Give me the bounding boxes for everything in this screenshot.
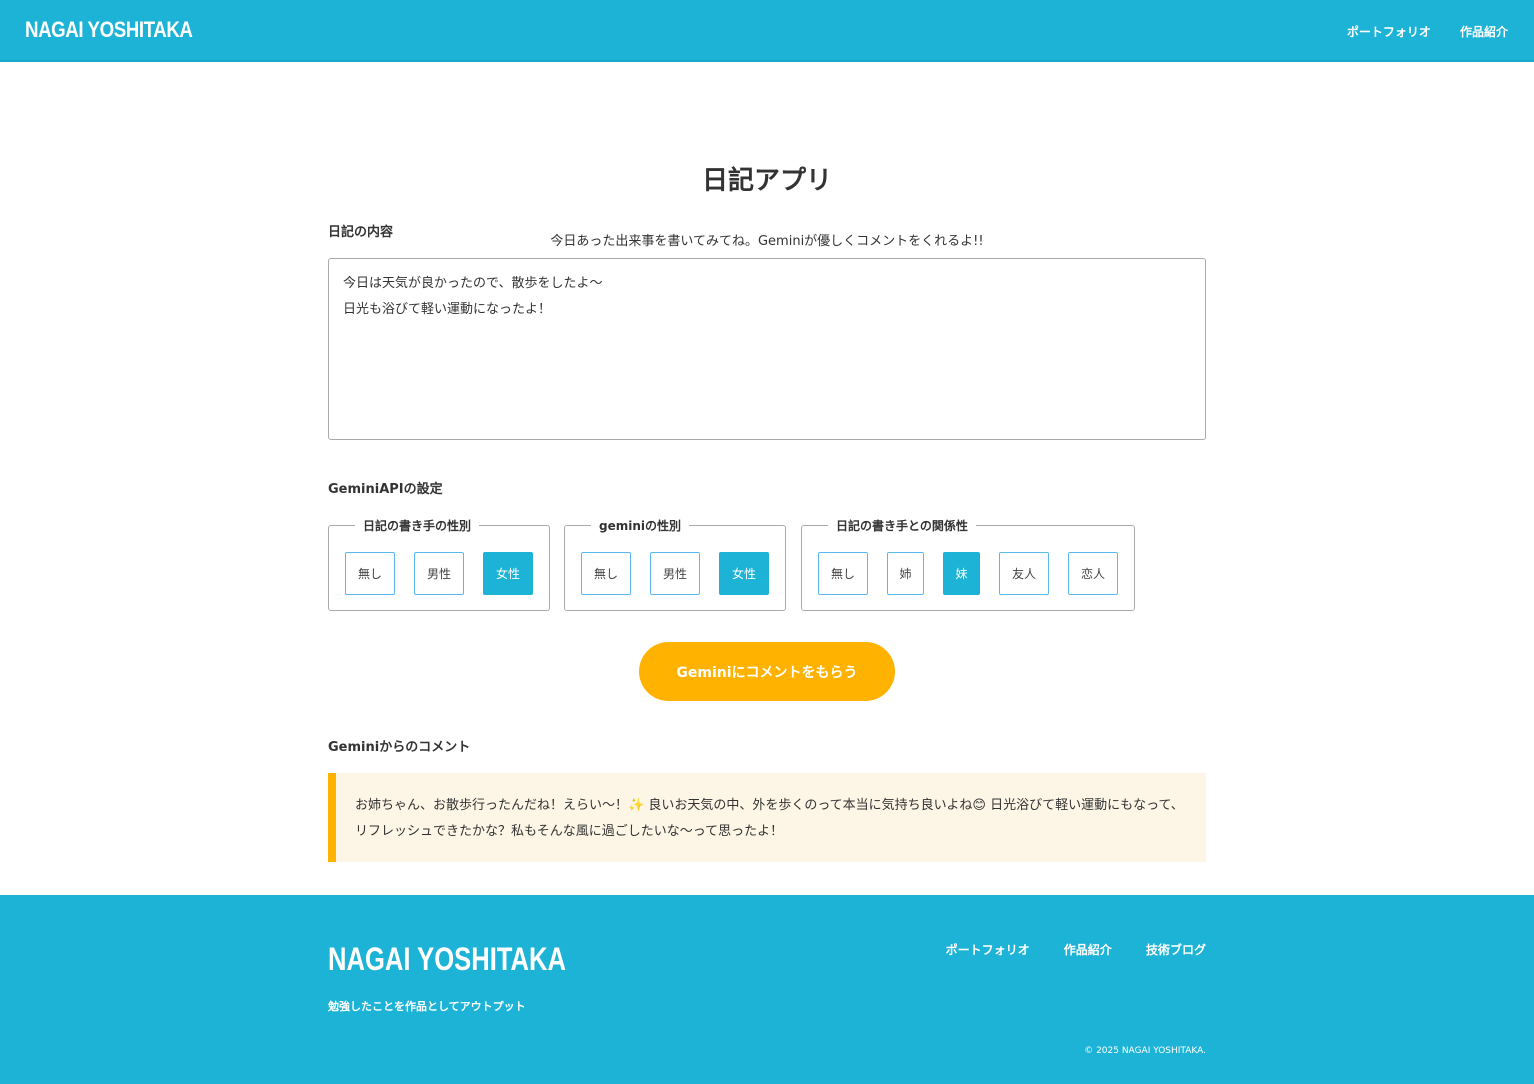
diary-label: 日記の内容	[328, 225, 394, 240]
page-title: 日記アプリ	[701, 166, 832, 196]
footer-nav: ポートフォリオ 作品紹介 技術ブログ	[916, 941, 1206, 958]
option-none[interactable]: 無し	[818, 552, 868, 595]
writer-gender-group: 日記の書き手の性別 無し 男性 女性	[328, 517, 550, 611]
site-footer: NAGAI YOSHITAKA 勉強したことを作品としてアウトプット ポートフォ…	[0, 895, 1534, 1084]
option-female[interactable]: 女性	[483, 552, 533, 595]
option-male[interactable]: 男性	[650, 552, 700, 595]
gemini-comment: お姉ちゃん、お散歩行ったんだね！えらい〜！✨ 良いお天気の中、外を歩くのって本当…	[328, 773, 1206, 862]
get-comment-button[interactable]: Geminiにコメントをもらう	[639, 642, 895, 701]
header-nav: ポートフォリオ 作品紹介	[1323, 21, 1508, 40]
option-male[interactable]: 男性	[414, 552, 464, 595]
group-legend: 日記の書き手との関係性	[836, 519, 968, 533]
option-none[interactable]: 無し	[581, 552, 631, 595]
nav-portfolio[interactable]: ポートフォリオ	[1347, 25, 1431, 39]
relationship-group: 日記の書き手との関係性 無し 姉 妹 友人 恋人	[801, 517, 1135, 611]
comment-text: お姉ちゃん、お散歩行ったんだね！えらい〜！✨ 良いお天気の中、外を歩くのって本当…	[355, 798, 1184, 839]
site-header: NAGAI YOSHITAKA ポートフォリオ 作品紹介	[0, 0, 1534, 62]
diary-input[interactable]	[328, 258, 1206, 440]
option-friend[interactable]: 友人	[999, 552, 1049, 595]
page-lead: 今日あった出来事を書いてみてね。Geminiが優しくコメントをくれるよ!!	[550, 234, 984, 249]
option-older-sister[interactable]: 姉	[887, 552, 924, 595]
group-legend: 日記の書き手の性別	[363, 519, 472, 533]
footer-nav-works[interactable]: 作品紹介	[1064, 943, 1112, 957]
option-none[interactable]: 無し	[345, 552, 395, 595]
footer-nav-blog[interactable]: 技術ブログ	[1146, 943, 1206, 957]
footer-logo[interactable]: NAGAI YOSHITAKA	[328, 941, 566, 978]
option-younger-sister[interactable]: 妹	[943, 552, 980, 595]
footer-nav-portfolio[interactable]: ポートフォリオ	[946, 943, 1030, 957]
gemini-gender-group: geminiの性別 無し 男性 女性	[564, 517, 786, 611]
nav-works[interactable]: 作品紹介	[1460, 25, 1508, 39]
copyright: © 2025 NAGAI YOSHITAKA.	[1084, 1046, 1206, 1056]
footer-tagline: 勉強したことを作品としてアウトプット	[328, 1000, 526, 1013]
comment-label: Geminiからのコメント	[328, 740, 471, 755]
option-female[interactable]: 女性	[719, 552, 769, 595]
settings-label: GeminiAPIの設定	[328, 482, 443, 497]
main-content: 日記アプリ 今日あった出来事を書いてみてね。Geminiが優しくコメントをくれる…	[328, 62, 1206, 895]
option-lover[interactable]: 恋人	[1068, 552, 1118, 595]
group-legend: geminiの性別	[599, 519, 682, 533]
site-logo[interactable]: NAGAI YOSHITAKA	[25, 17, 193, 43]
